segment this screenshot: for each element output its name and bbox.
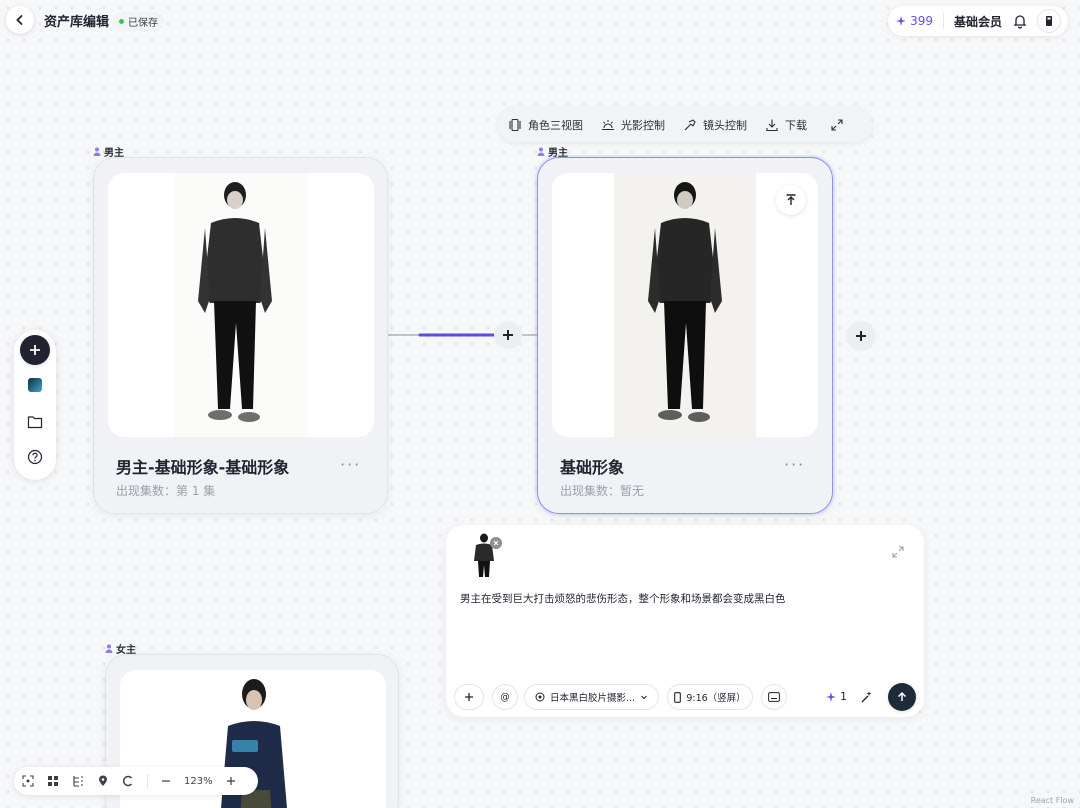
grid-layout-icon[interactable] <box>47 775 59 787</box>
aspect-ratio-label: 9:16（竖屏） <box>686 693 746 704</box>
account-bar: 399 基础会员 <box>888 6 1068 36</box>
add-attachment-button[interactable] <box>454 684 484 710</box>
help-button[interactable] <box>27 449 43 469</box>
more-options-button[interactable]: ··· <box>784 455 805 474</box>
generation-count[interactable]: 1 <box>826 690 847 703</box>
generation-count-value: 1 <box>840 690 847 703</box>
node-title: 男主-基础形象-基础形象 <box>116 458 290 477</box>
lighting-label: 光影控制 <box>621 119 665 132</box>
upload-button[interactable] <box>776 185 806 215</box>
aspect-ratio-select[interactable]: 9:16（竖屏） <box>667 684 753 710</box>
chevron-down-icon <box>641 695 647 700</box>
notification-button[interactable] <box>1012 13 1028 29</box>
camera-control-label: 镜头控制 <box>703 119 747 132</box>
more-options-button[interactable]: ··· <box>340 455 361 474</box>
node-subtitle: 出现集数：暂无 <box>560 484 645 498</box>
plus-icon <box>503 330 513 340</box>
mention-button[interactable]: @ <box>492 684 518 710</box>
style-select[interactable]: 日本黑白胶片摄影... <box>524 684 659 710</box>
saved-status-badge: 已保存 <box>113 12 164 31</box>
chevron-left-icon <box>16 15 23 25</box>
add-next-node-button[interactable] <box>846 321 876 351</box>
magic-wand-icon <box>861 691 872 703</box>
page-title: 资产库编辑 <box>44 15 110 30</box>
three-view-label: 角色三视图 <box>528 119 583 132</box>
left-toolbar <box>14 330 56 480</box>
react-flow-attribution[interactable]: React Flow <box>1031 796 1074 805</box>
person-icon <box>93 147 101 156</box>
prompt-panel: 男主在受到巨大打击烦怒的悲伤形态，整个形象和场景都会变成黑白色 @ 日本黑白胶片… <box>446 525 924 717</box>
remove-reference-button[interactable] <box>490 537 502 549</box>
credits-button[interactable]: 399 <box>896 14 933 28</box>
lighting-icon <box>602 120 614 131</box>
back-button[interactable] <box>6 6 34 34</box>
node-subtitle: 出现集数：第 1 集 <box>116 484 216 498</box>
sparkle-icon <box>826 691 836 702</box>
avatar[interactable] <box>1038 10 1060 32</box>
camera-control-button[interactable]: 镜头控制 <box>683 117 747 133</box>
expand-prompt-button[interactable] <box>892 543 904 562</box>
three-view-icon <box>509 118 521 132</box>
canvas-controls: 123% <box>14 767 258 795</box>
character-figure <box>174 173 308 437</box>
magic-enhance-button[interactable] <box>860 689 874 708</box>
caption-icon <box>768 692 780 702</box>
download-icon <box>766 119 778 132</box>
folder-button[interactable] <box>27 414 43 433</box>
fit-view-icon[interactable] <box>22 775 34 787</box>
saved-label: 已保存 <box>128 18 158 29</box>
camera-icon <box>684 119 696 131</box>
style-select-label: 日本黑白胶片摄影... <box>549 693 636 704</box>
help-icon <box>27 449 43 465</box>
download-label: 下载 <box>785 119 807 132</box>
credits-count: 399 <box>910 14 933 28</box>
edge-add-button[interactable] <box>494 321 522 349</box>
snap-icon[interactable] <box>122 775 134 787</box>
avatar-icon <box>1046 16 1052 26</box>
upload-icon <box>786 194 796 205</box>
prompt-text[interactable]: 男主在受到巨大打击烦怒的悲伤形态，整个形象和场景都会变成黑白色 <box>460 591 786 606</box>
zoom-in-icon[interactable] <box>226 776 236 786</box>
expand-icon <box>831 119 843 131</box>
divider <box>942 13 944 29</box>
divider <box>147 774 148 788</box>
zoom-level: 123% <box>184 775 213 787</box>
asset-node-card-selected[interactable]: 基础形象 出现集数：暂无 ··· <box>537 157 833 514</box>
download-button[interactable]: 下载 <box>765 117 807 133</box>
node-title: 基础形象 <box>560 458 625 477</box>
lighting-button[interactable]: 光影控制 <box>601 117 665 133</box>
plus-icon <box>856 331 866 341</box>
tree-layout-icon[interactable] <box>72 775 84 787</box>
expand-button[interactable] <box>831 119 843 131</box>
location-pin-icon[interactable] <box>97 775 109 787</box>
character-figure-bw <box>614 173 756 437</box>
add-node-button[interactable] <box>20 335 50 365</box>
status-dot <box>119 19 124 24</box>
person-icon <box>537 147 545 156</box>
three-view-button[interactable]: 角色三视图 <box>508 117 583 133</box>
asset-node-card[interactable]: 男主-基础形象-基础形象 出现集数：第 1 集 ··· <box>93 157 388 514</box>
plus-icon <box>465 693 473 701</box>
character-image <box>552 173 818 437</box>
close-icon <box>493 540 499 546</box>
folder-icon <box>27 416 43 429</box>
style-icon <box>535 692 545 702</box>
person-icon <box>105 644 113 653</box>
bell-icon <box>1013 15 1027 29</box>
character-image <box>108 173 374 437</box>
membership-button[interactable]: 基础会员 <box>954 13 1002 30</box>
zoom-out-icon[interactable] <box>161 776 171 786</box>
send-button[interactable] <box>888 683 916 711</box>
arrow-up-icon <box>897 691 907 701</box>
plus-icon <box>30 345 40 355</box>
sparkle-icon <box>896 16 907 26</box>
node-toolbar: 角色三视图 光影控制 镜头控制 下载 <box>498 108 872 142</box>
portrait-icon <box>674 691 682 703</box>
expand-icon <box>892 546 904 558</box>
subtitle-toggle[interactable] <box>761 684 787 710</box>
thumbnail-button[interactable] <box>28 378 42 392</box>
